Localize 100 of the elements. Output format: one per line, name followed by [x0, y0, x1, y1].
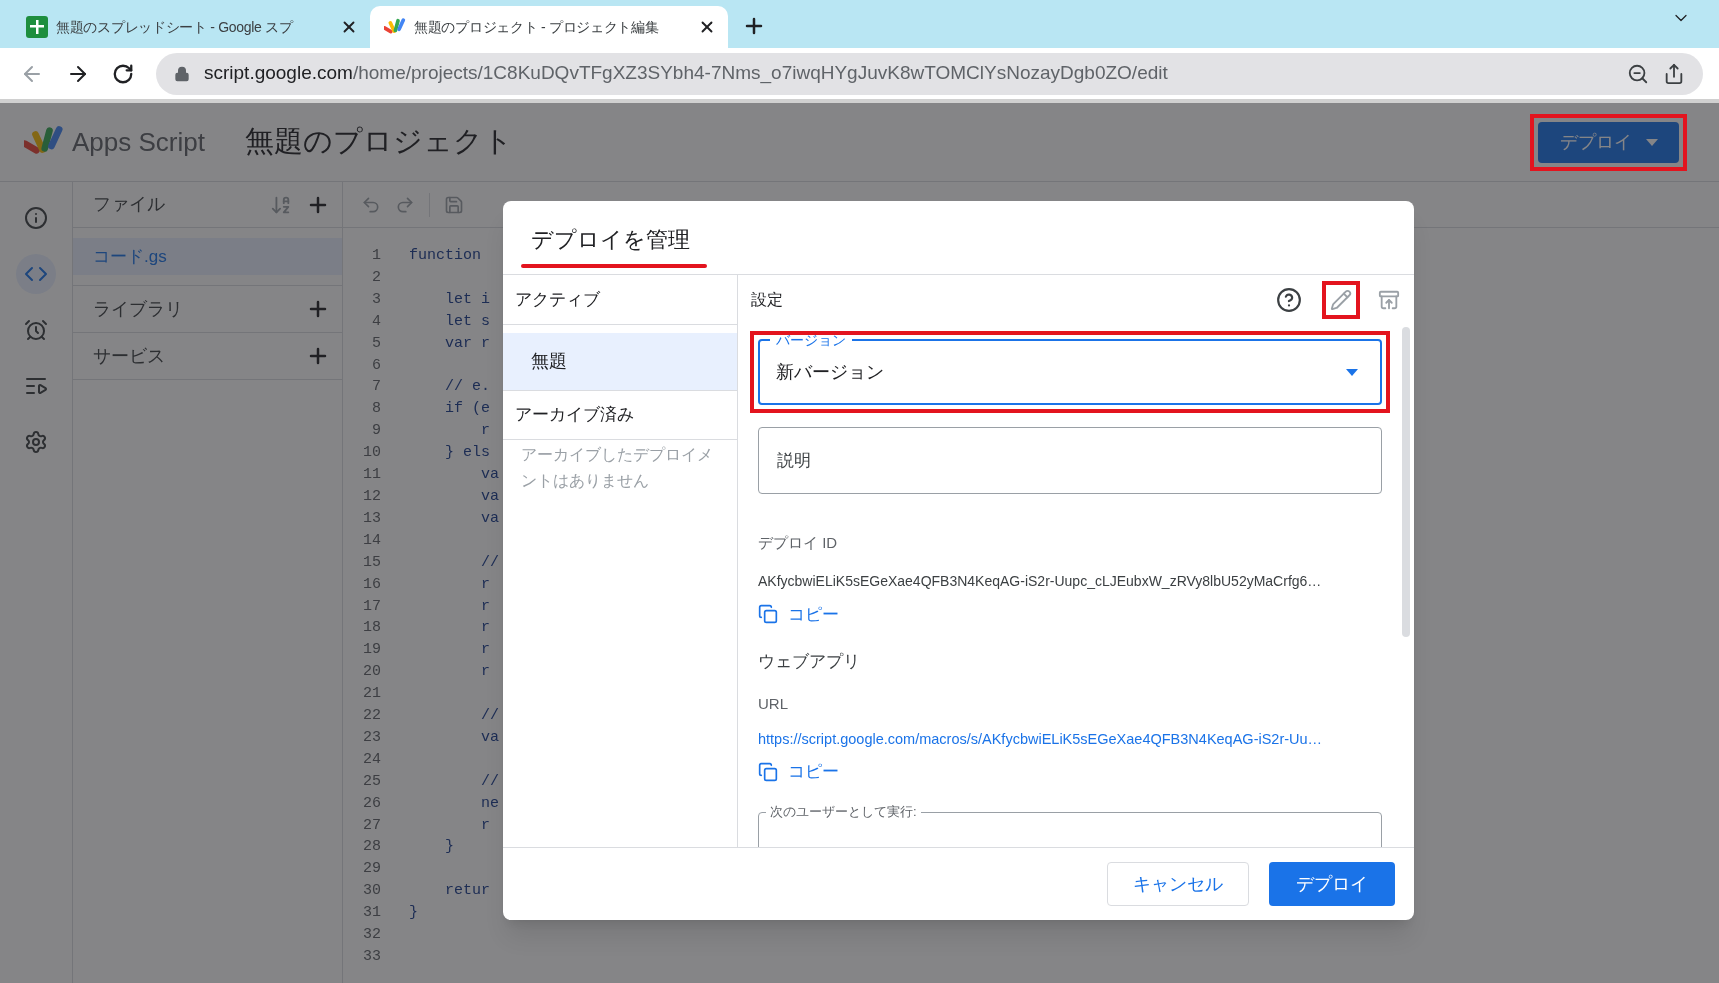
line-number: 11 [362, 465, 381, 486]
code-line: // [480, 552, 499, 573]
share-icon[interactable] [1663, 62, 1685, 85]
line-number: 4 [371, 311, 381, 332]
web-app-link[interactable]: https://script.google.com/macros/s/AKfycbwiELiK5sEGeXae4QFB3N4KeqAG-iS2r-Uu… [758, 729, 1382, 751]
line-number: 20 [362, 662, 381, 683]
code-line: va [480, 727, 499, 748]
line-number: 22 [362, 706, 381, 727]
code-line: let i [444, 289, 490, 310]
field-caption: デプロイ ID [758, 533, 839, 553]
line-number: 31 [362, 903, 381, 924]
info-icon [24, 206, 48, 230]
scrollbar-thumb[interactable] [1402, 327, 1410, 637]
browser-tab[interactable]: 無題のスプレッドシート - Google スプ [12, 6, 370, 48]
line-number: 29 [362, 859, 381, 880]
line-number: 2 [371, 267, 381, 288]
section-heading: サービス [93, 344, 166, 368]
line-number: 5 [371, 333, 381, 354]
files-heading: ファイル [93, 193, 166, 216]
url-text: script.google.com/home/projects/1C8KuDQvTFgXZ3SYbh4-7Nms_o7iwqHYgJuvK8wTOMClYsNozayDgb0ZO/edit [204, 61, 1169, 86]
field-caption: URL [758, 693, 789, 714]
line-number: 8 [371, 399, 381, 420]
line-number: 9 [371, 421, 381, 442]
dialog-title: デプロイを管理 [530, 226, 691, 254]
reload-icon[interactable] [112, 62, 134, 85]
field-value: 新バージョン [776, 360, 885, 384]
caret-icon [1645, 138, 1658, 146]
line-number: 17 [362, 596, 381, 617]
list-heading: アクティブ [515, 288, 600, 311]
archive-icon[interactable] [1378, 289, 1400, 311]
rail-button[interactable] [16, 254, 56, 294]
line-number: 18 [362, 618, 381, 639]
deploy-id: AKfycbwiELiK5sEGeXae4QFB3N4KeqAG-iS2r-Uupc_cLJEubxW_zRVy8lbU52yMaCrfg6… [758, 571, 1323, 591]
copy-icon [758, 761, 778, 782]
copy-button[interactable]: コピー [758, 601, 839, 627]
cancel-button[interactable]: キャンセル [1107, 862, 1249, 906]
code-line: ne [480, 793, 499, 814]
browser-tab[interactable]: 無題のプロジェクト - プロジェクト編集 [370, 6, 728, 48]
tab-title: 無題のプロジェクト - プロジェクト編集 [414, 17, 660, 37]
project-title[interactable]: 無題のプロジェクト [244, 120, 513, 164]
code-line: va [480, 486, 499, 507]
code-line: va [480, 465, 499, 486]
line-number: 10 [362, 443, 381, 464]
code-line: // e. [444, 377, 490, 398]
line-number: 15 [362, 552, 381, 573]
lock-icon [174, 65, 190, 82]
section-heading: ウェブアプリ [758, 651, 861, 673]
zoom-out-icon[interactable] [1627, 62, 1649, 85]
file-item[interactable]: コード.gs [73, 238, 342, 275]
alarm-clock-icon [24, 318, 48, 342]
code-line: if (e [444, 399, 490, 420]
code-line: function [409, 246, 481, 266]
section-heading: ライブラリ [93, 297, 184, 321]
code-line: // [480, 706, 499, 727]
app-name: Apps Script [72, 125, 205, 159]
deploy-button[interactable]: デプロイ [1538, 121, 1679, 163]
line-number: 7 [371, 377, 381, 398]
line-number: 13 [362, 508, 381, 529]
code-line: r [480, 662, 490, 683]
settings-icon [24, 430, 48, 454]
line-number: 14 [362, 530, 381, 551]
code-line: // [480, 771, 499, 792]
empty-note: アーカイブしたデプロイメントはありません [520, 445, 714, 491]
code-line: let s [444, 311, 490, 332]
deploy-button[interactable]: デプロイ [1269, 862, 1395, 906]
spreadsheet-icon [26, 16, 48, 38]
line-number: 21 [362, 684, 381, 705]
code-line: r [480, 815, 490, 836]
help-icon[interactable] [1276, 287, 1302, 313]
line-number: 1 [371, 246, 381, 266]
line-number: 12 [362, 486, 381, 507]
line-number: 26 [362, 793, 381, 814]
code-line: r [480, 421, 490, 442]
description-field[interactable]: 説明 [758, 427, 1382, 494]
code-line: r [480, 640, 490, 661]
code-line: } [409, 903, 418, 924]
line-number: 23 [362, 727, 381, 748]
copy-button[interactable]: コピー [758, 758, 839, 785]
line-number: 25 [362, 771, 381, 792]
code-line: r [480, 596, 490, 617]
code-line: } [444, 837, 454, 858]
copy-icon [758, 604, 778, 625]
pencil-icon[interactable] [1330, 289, 1352, 311]
line-number: 16 [362, 574, 381, 595]
code-line: r [480, 574, 490, 595]
caret-icon [1346, 368, 1358, 376]
code-line: va [480, 508, 499, 529]
list-heading: アーカイブ済み [515, 404, 634, 427]
deployment-item[interactable]: 無題 [503, 333, 737, 390]
line-number: 24 [362, 749, 381, 770]
code-line: var r [444, 333, 490, 354]
settings-heading: 設定 [751, 290, 784, 310]
line-number: 33 [362, 947, 381, 967]
address-bar[interactable]: script.google.com/home/projects/1C8KuDQvTFgXZ3SYbh4-7Nms_o7iwqHYgJuvK8wTOMClYsNozayDgb0ZO/edit [156, 52, 1703, 95]
line-number: 28 [362, 837, 381, 858]
code-line: r [480, 618, 490, 639]
line-number: 19 [362, 640, 381, 661]
line-number: 6 [371, 355, 381, 376]
code-line: } els [444, 443, 490, 464]
line-number: 3 [371, 289, 381, 310]
